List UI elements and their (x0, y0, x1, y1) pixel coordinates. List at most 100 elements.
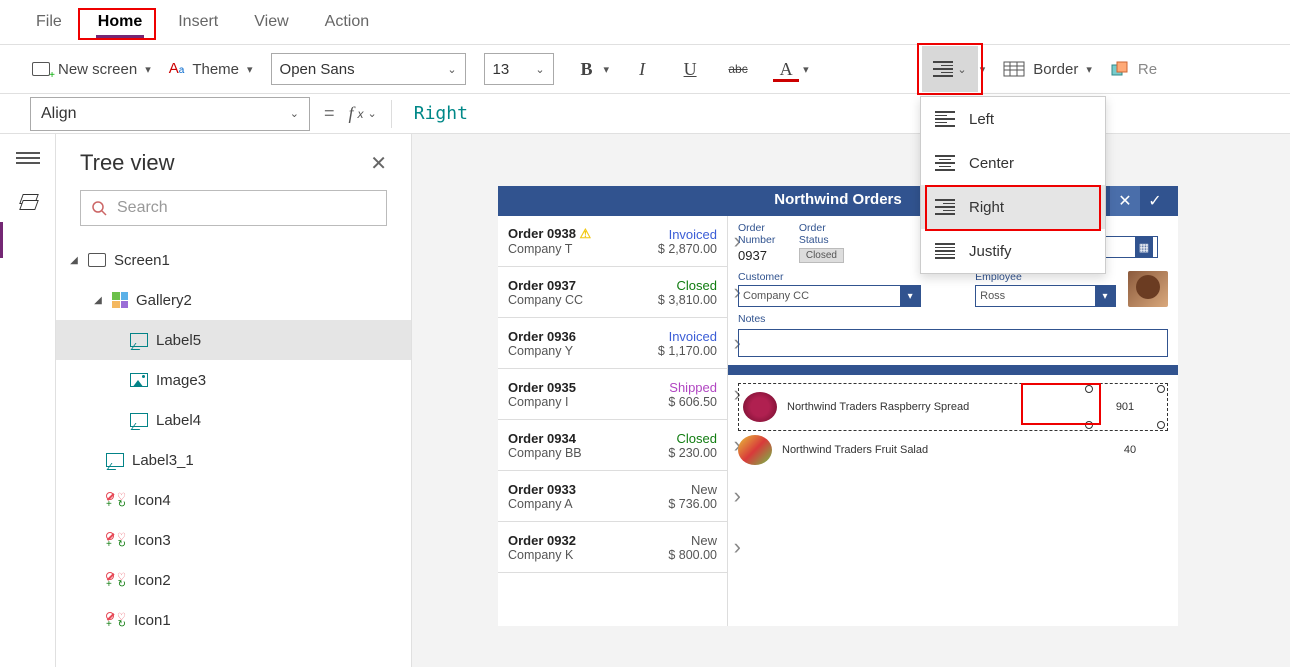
detail-pane: Order Number 0937 Order Status Closed at… (728, 216, 1178, 626)
tab-view[interactable]: View (250, 0, 292, 44)
border-label: Border (1033, 61, 1078, 78)
tab-action[interactable]: Action (321, 0, 373, 44)
align-justify[interactable]: Justify (921, 229, 1105, 273)
font-select[interactable]: Open Sans ⌄ (271, 53, 466, 85)
ribbon-tabs: File Home Insert View Action (0, 0, 1290, 44)
order-row[interactable]: Order 0937ClosedCompany CC$ 3,810.00› (498, 267, 727, 318)
bold-icon: B (572, 54, 602, 84)
reorder-button[interactable]: Re (1110, 61, 1157, 78)
tab-file[interactable]: File (32, 0, 66, 44)
customer-select[interactable]: Company CC▾ (738, 285, 921, 307)
underline-button[interactable]: U (675, 54, 705, 84)
label-notes: Notes (738, 313, 1168, 325)
employee-select[interactable]: Ross▾ (975, 285, 1116, 307)
align-button[interactable]: ⌄ (922, 46, 978, 92)
tree-row-icon1[interactable]: ♡+↻Icon1 (56, 600, 411, 640)
align-center-icon (935, 155, 955, 171)
highlight-align-button: ⌄ (917, 43, 983, 95)
bold-button[interactable]: B▾ (572, 54, 610, 84)
tree-list[interactable]: ◢Screen1 ◢Gallery2 Label5 Image3 Label4 … (56, 240, 411, 667)
tree-label: Icon2 (134, 572, 171, 589)
left-rail (0, 134, 56, 667)
tree-title: Tree view (80, 150, 175, 176)
tree-row-gallery2[interactable]: ◢Gallery2 (56, 280, 411, 320)
tree-label: Label3_1 (132, 452, 194, 469)
close-icon[interactable]: ✕ (370, 151, 387, 176)
new-screen-button[interactable]: New screen ▾ (32, 61, 151, 78)
chevron-down-icon: ⌄ (447, 63, 456, 76)
tree-label: Label5 (156, 332, 201, 349)
tree-row-label3-1[interactable]: Label3_1 (56, 440, 411, 480)
chevron-down-icon: ▾ (604, 63, 610, 76)
tree-label: Label4 (156, 412, 201, 429)
tree-row-label4[interactable]: Label4 (56, 400, 411, 440)
order-row[interactable]: Order 0932NewCompany K$ 800.00› (498, 522, 727, 573)
product-row[interactable]: Northwind Traders Fruit Salad40 (738, 431, 1168, 469)
chevron-down-icon: ▾ (247, 63, 253, 76)
font-color-button[interactable]: A ▾ (771, 54, 809, 84)
product-image (743, 392, 777, 422)
align-icon (933, 61, 953, 77)
align-center[interactable]: Center (921, 141, 1105, 185)
tree-row-label5[interactable]: Label5 (56, 320, 411, 360)
align-left[interactable]: Left (921, 97, 1105, 141)
hamburger-button[interactable] (16, 152, 40, 170)
border-icon (1003, 61, 1025, 77)
fx-button[interactable]: fx ⌄ (349, 103, 377, 124)
order-row[interactable]: Order 0938 ⚠InvoicedCompany T$ 2,870.00› (498, 216, 727, 267)
new-screen-icon (32, 62, 50, 76)
chevron-down-icon: ▾ (1086, 63, 1092, 76)
property-value: Align (41, 105, 77, 123)
font-value: Open Sans (280, 61, 355, 78)
product-name: Northwind Traders Fruit Salad (782, 444, 1082, 456)
tree-label: Image3 (156, 372, 206, 389)
border-button[interactable]: Border ▾ (1003, 61, 1092, 78)
order-row[interactable]: Order 0936InvoicedCompany Y$ 1,170.00› (498, 318, 727, 369)
tree-panel: Tree view ✕ Search ◢Screen1 ◢Gallery2 La… (56, 134, 412, 667)
property-select[interactable]: Align ⌄ (30, 97, 310, 131)
tab-insert[interactable]: Insert (174, 0, 222, 44)
highlight-align-right (925, 185, 1101, 231)
align-left-label: Left (969, 111, 994, 128)
order-row[interactable]: Order 0935ShippedCompany I$ 606.50› (498, 369, 727, 420)
formula-input[interactable]: Right (406, 103, 468, 124)
order-row[interactable]: Order 0933NewCompany A$ 736.00› (498, 471, 727, 522)
tree-row-icon3[interactable]: ♡+↻Icon3 (56, 520, 411, 560)
canvas: Northwind Orders ✕ ✓ Order 0938 ⚠Invoice… (412, 134, 1290, 667)
chevron-down-icon: ▾ (145, 63, 151, 76)
search-placeholder: Search (117, 199, 168, 217)
value-order-status: Closed (799, 248, 844, 263)
tree-label: Icon1 (134, 612, 171, 629)
tree-row-image3[interactable]: Image3 (56, 360, 411, 400)
italic-button[interactable]: I (627, 54, 657, 84)
font-size-select[interactable]: 13 ⌄ (484, 53, 554, 85)
highlight-qty (1021, 383, 1101, 425)
theme-icon: Aa (169, 60, 185, 78)
theme-label: Theme (192, 61, 239, 78)
strikethrough-button[interactable]: abc (723, 54, 753, 84)
product-row[interactable]: Northwind Traders Raspberry Spread901 (738, 383, 1168, 431)
search-input[interactable]: Search (80, 190, 387, 226)
align-justify-label: Justify (969, 243, 1012, 260)
value-order-number: 0937 (738, 248, 787, 263)
avatar (1128, 271, 1168, 307)
order-row[interactable]: Order 0934ClosedCompany BB$ 230.00› (498, 420, 727, 471)
label-order-status: Order Status (799, 222, 844, 246)
label-order-number: Order Number (738, 222, 787, 246)
align-left-icon (935, 111, 955, 127)
theme-button[interactable]: Aa Theme ▾ (169, 60, 253, 78)
chevron-down-icon: ▾ (1095, 286, 1115, 306)
detail-separator (728, 365, 1178, 375)
notes-input[interactable] (738, 329, 1168, 357)
tree-view-button[interactable] (18, 194, 38, 212)
tree-label: Gallery2 (136, 292, 192, 309)
tree-label: Icon4 (134, 492, 171, 509)
chevron-down-icon: ▾ (900, 286, 920, 306)
order-list[interactable]: Order 0938 ⚠InvoicedCompany T$ 2,870.00›… (498, 216, 728, 626)
chevron-down-icon: ⌄ (957, 63, 966, 76)
tree-row-icon4[interactable]: ♡+↻Icon4 (56, 480, 411, 520)
tree-row-icon2[interactable]: ♡+↻Icon2 (56, 560, 411, 600)
equals-label: = (324, 103, 335, 124)
tree-row-screen1[interactable]: ◢Screen1 (56, 240, 411, 280)
highlight-home (78, 8, 156, 40)
